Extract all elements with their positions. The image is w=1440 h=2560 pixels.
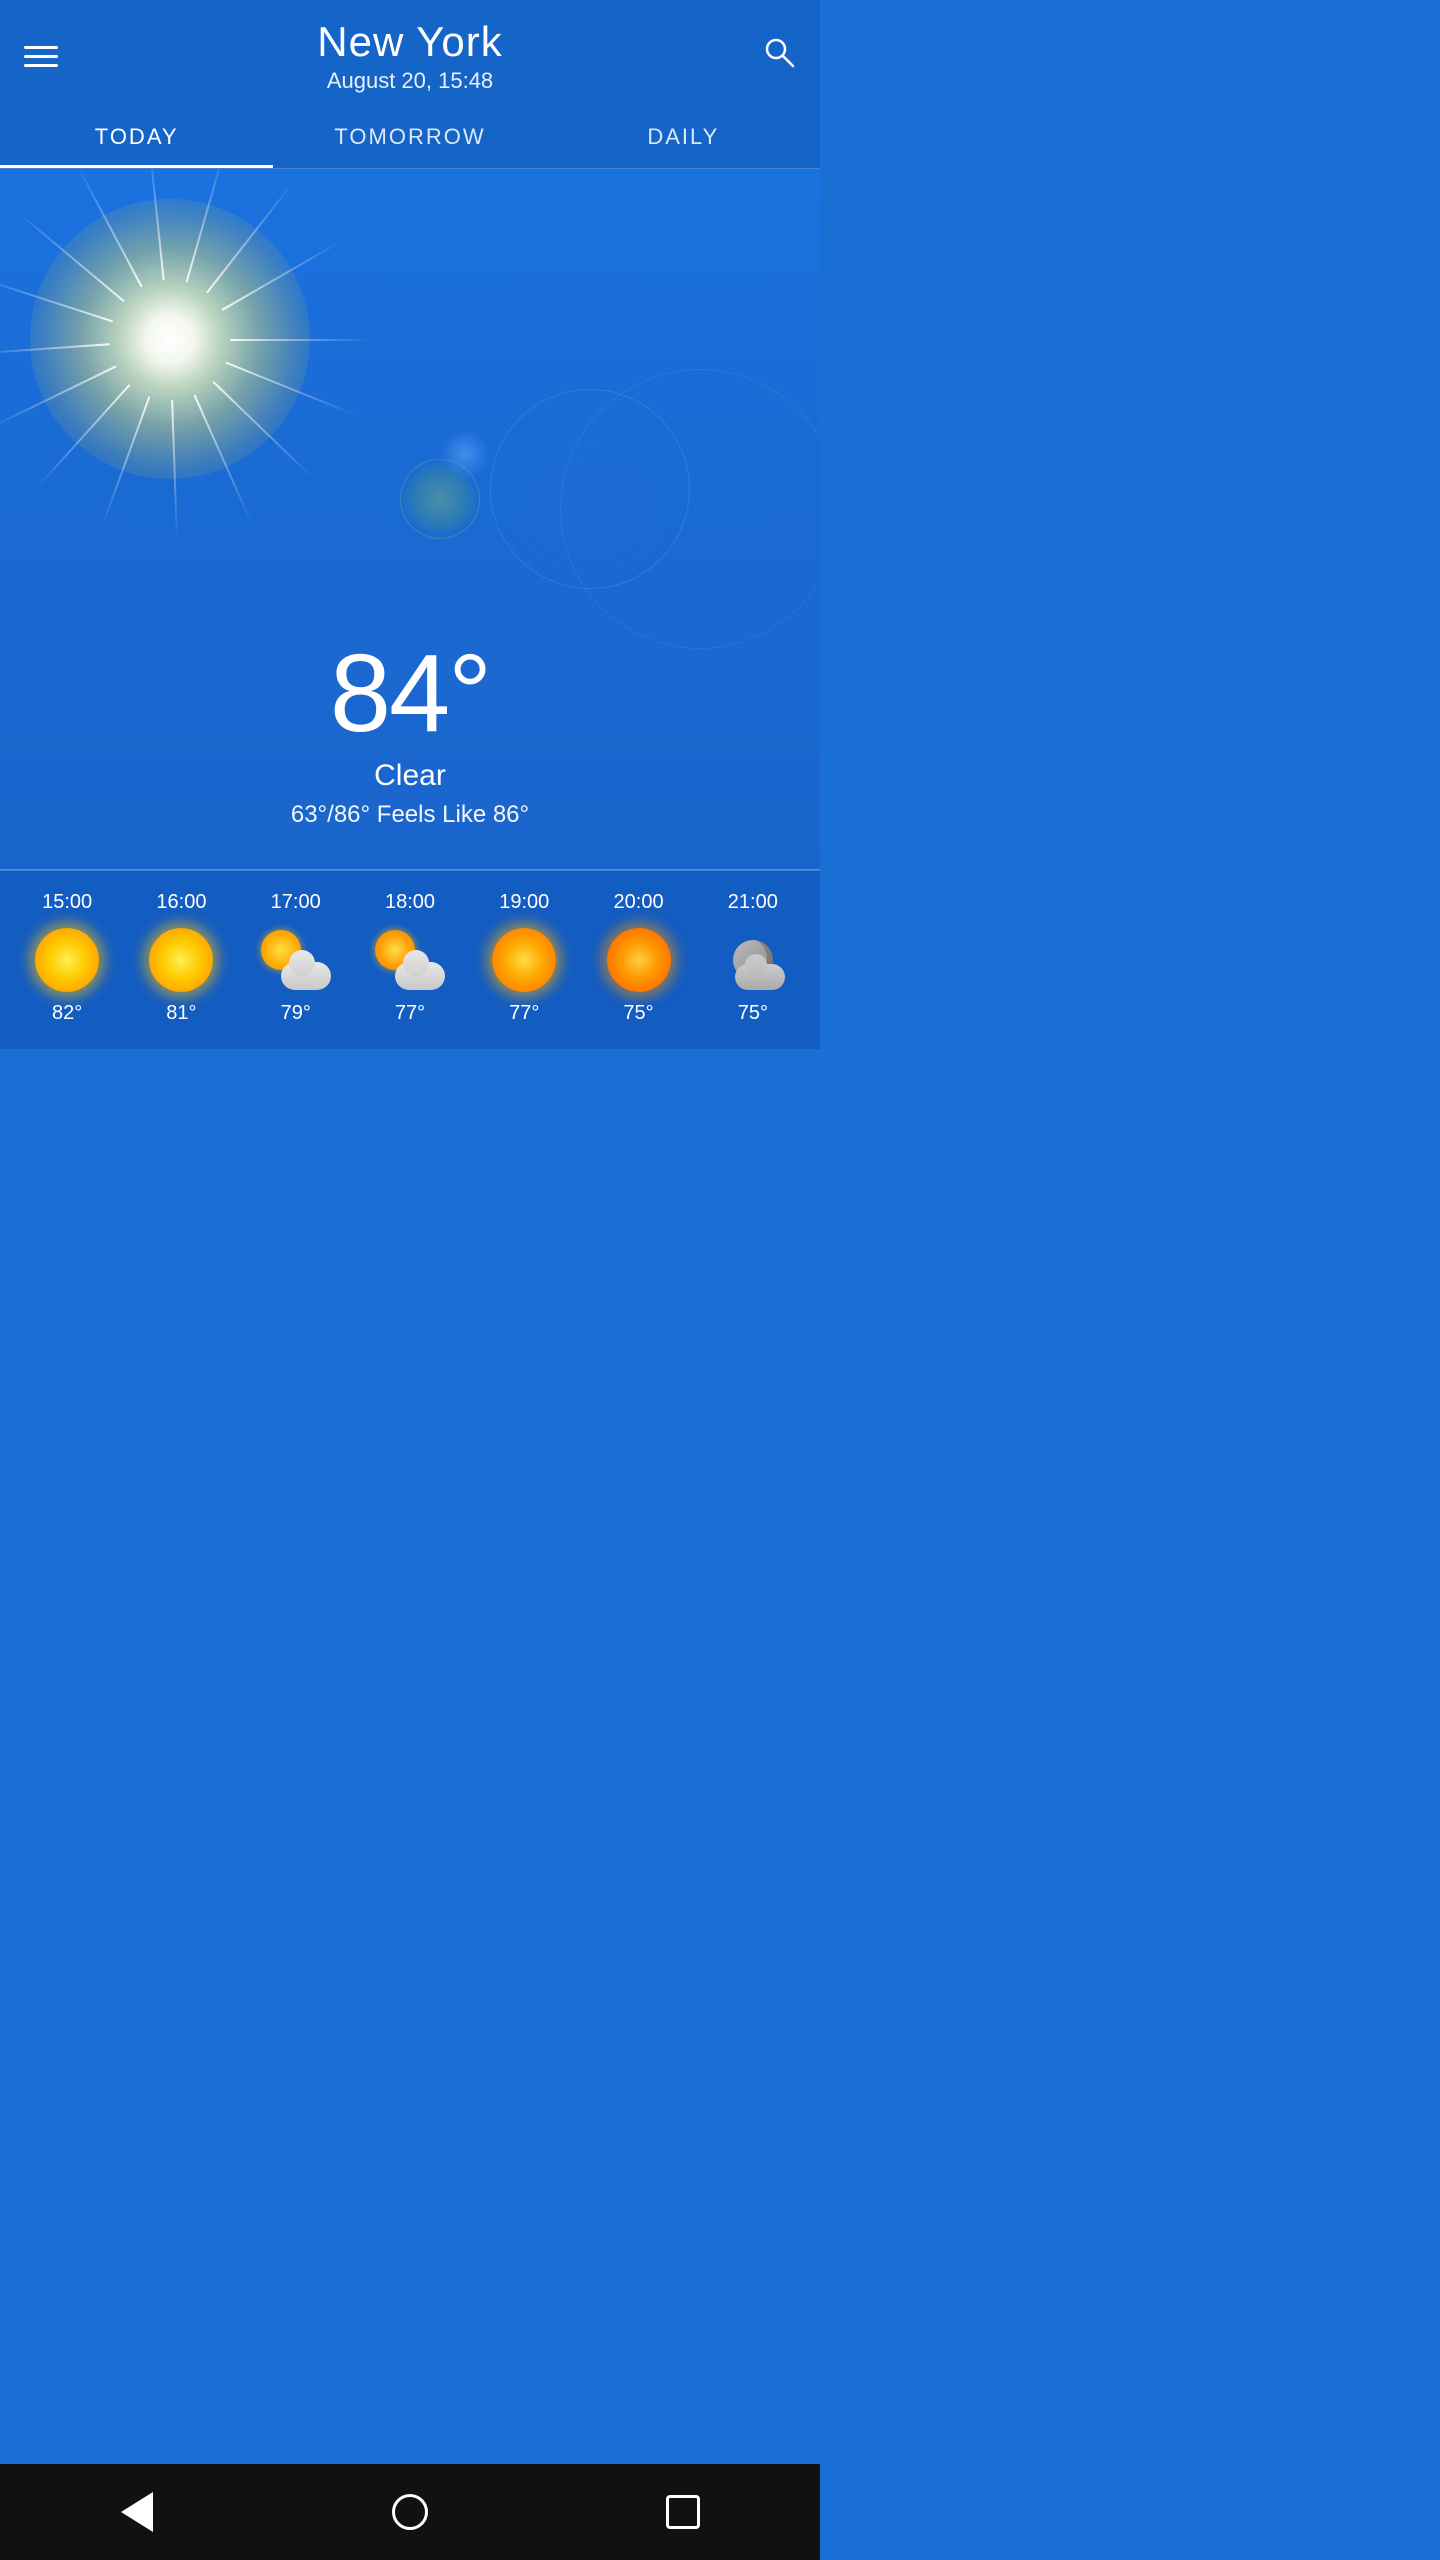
hourly-icon-4	[474, 928, 574, 992]
hourly-times-row: 15:00 16:00 17:00 18:00 19:00 20:00 21:0…	[0, 891, 820, 914]
hourly-temp-0: 82°	[17, 1002, 117, 1025]
tab-tomorrow[interactable]: TOMORROW	[273, 106, 546, 168]
current-condition: Clear	[291, 759, 529, 793]
tab-today[interactable]: TODAY	[0, 106, 273, 168]
app-header: New York August 20, 15:48	[0, 0, 820, 106]
header-center: New York August 20, 15:48	[58, 18, 762, 94]
header-datetime: August 20, 15:48	[58, 68, 762, 94]
hourly-time-3: 18:00	[360, 891, 460, 914]
hourly-icon-6	[703, 928, 803, 992]
current-temperature: 84°	[291, 639, 529, 749]
lens-flare-2	[440, 429, 490, 479]
hourly-temp-6: 75°	[703, 1002, 803, 1025]
hourly-forecast: 15:00 16:00 17:00 18:00 19:00 20:00 21:0…	[0, 870, 820, 1049]
hourly-time-4: 19:00	[474, 891, 574, 914]
nav-home-button[interactable]	[380, 2482, 440, 2542]
hourly-icon-0	[17, 928, 117, 992]
back-icon	[121, 2492, 153, 2532]
hourly-temp-4: 77°	[474, 1002, 574, 1025]
search-button[interactable]	[762, 35, 796, 77]
hourly-icon-3	[360, 930, 460, 990]
temp-range-feels: 63°/86° Feels Like 86°	[291, 801, 529, 829]
nav-back-button[interactable]	[107, 2482, 167, 2542]
hourly-temp-3: 77°	[360, 1002, 460, 1025]
nav-recent-button[interactable]	[653, 2482, 713, 2542]
sun-graphic	[30, 199, 310, 479]
hourly-icon-1	[131, 928, 231, 992]
recent-icon	[666, 2495, 700, 2529]
weather-main-section: 84° Clear 63°/86° Feels Like 86°	[0, 169, 820, 869]
hourly-icon-5	[589, 928, 689, 992]
hourly-temp-5: 75°	[589, 1002, 689, 1025]
hourly-time-5: 20:00	[589, 891, 689, 914]
city-title: New York	[58, 18, 762, 66]
current-weather-info: 84° Clear 63°/86° Feels Like 86°	[291, 639, 529, 829]
hourly-time-2: 17:00	[246, 891, 346, 914]
home-icon	[392, 2494, 428, 2530]
hourly-time-0: 15:00	[17, 891, 117, 914]
tab-bar: TODAY TOMORROW DAILY	[0, 106, 820, 169]
menu-button[interactable]	[24, 46, 58, 67]
tab-daily[interactable]: DAILY	[547, 106, 820, 168]
hourly-temp-2: 79°	[246, 1002, 346, 1025]
hourly-temp-1: 81°	[131, 1002, 231, 1025]
lens-flare-4	[560, 369, 820, 649]
bottom-nav-bar	[0, 2464, 820, 2560]
hourly-icon-2	[246, 930, 346, 990]
hourly-icons-row	[0, 928, 820, 992]
hourly-time-1: 16:00	[131, 891, 231, 914]
hourly-temps-row: 82° 81° 79° 77° 77° 75° 75°	[0, 1002, 820, 1025]
hourly-time-6: 21:00	[703, 891, 803, 914]
